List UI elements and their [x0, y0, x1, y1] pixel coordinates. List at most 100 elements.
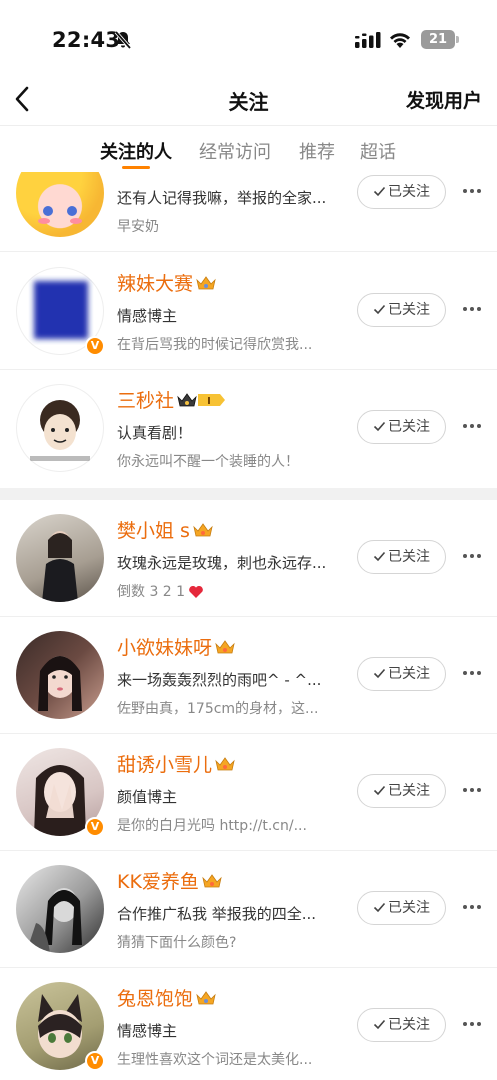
user-name-line: 兔恩饱饱 — [117, 984, 217, 1010]
crown-icon — [202, 873, 222, 887]
more-icon[interactable] — [462, 187, 482, 195]
wifi-icon — [390, 33, 410, 48]
check-icon — [373, 421, 386, 431]
user-name[interactable]: KK爱养鱼 — [117, 871, 199, 893]
avatar[interactable] — [16, 514, 104, 602]
user-name[interactable]: 小欲妹妹呀 — [117, 637, 212, 659]
nav-bar: 关注 发现用户 — [0, 80, 497, 126]
followed-button[interactable]: 已关注 — [357, 540, 446, 574]
tab-indicator — [122, 166, 150, 169]
list-item[interactable]: V 甜诱小雪儿 颜值博主 是你的白月光吗 http://t.cn/... 已关注 — [0, 734, 497, 851]
user-name[interactable]: 樊小姐 s — [117, 520, 190, 542]
verified-badge: V — [85, 336, 105, 356]
discover-users-link[interactable]: 发现用户 — [406, 86, 482, 113]
user-name[interactable]: 三秒社 — [117, 390, 174, 412]
user-latest-post: 你永远叫不醒一个装睡的人！ — [117, 454, 299, 470]
user-name-line: KK爱养鱼 — [117, 867, 223, 893]
followed-button[interactable]: 已关注 — [357, 774, 446, 808]
followed-button[interactable]: 已关注 — [357, 1008, 446, 1042]
avatar-art — [42, 531, 78, 602]
followed-label: 已关注 — [388, 900, 430, 916]
list-item[interactable]: KK爱养鱼 合作推广私我 举报我的四全... 猜猜下面什么颜色? 已关注 — [0, 851, 497, 968]
followed-button[interactable]: 已关注 — [357, 175, 446, 209]
user-latest-post-text: 倒数 3 2 1 — [117, 584, 186, 600]
user-name[interactable]: 辣妹大赛 — [117, 273, 193, 295]
following-list: 还有人记得我嘛，举报的全家... 早安奶 已关注 V 辣妹大赛 情感博主 在背后… — [0, 172, 497, 1080]
crown-icon — [196, 275, 216, 289]
level-badge: I — [198, 393, 226, 407]
more-icon[interactable] — [462, 552, 482, 560]
avatar[interactable] — [16, 865, 104, 953]
level-badge-text: I — [207, 396, 211, 407]
crown-icon — [215, 756, 235, 770]
user-description: 情感博主 — [117, 1022, 178, 1040]
user-name-line: 樊小姐 s — [117, 516, 214, 542]
list-item[interactable]: 小欲妹妹呀 来一场轰轰烈烈的雨吧^ - ^... 佐野由真，175cm的身材，这… — [0, 617, 497, 734]
user-latest-post: 猜猜下面什么颜色? — [117, 935, 237, 951]
user-description: 情感博主 — [117, 307, 178, 325]
followed-label: 已关注 — [388, 549, 430, 565]
list-item[interactable]: 樊小姐 s 玫瑰永远是玫瑰，刺也永远存... 倒数 3 2 1 已关注 — [0, 500, 497, 617]
followed-label: 已关注 — [388, 419, 430, 435]
status-time: 22:43 — [52, 28, 121, 52]
followed-button[interactable]: 已关注 — [357, 410, 446, 444]
more-icon[interactable] — [462, 903, 482, 911]
list-item[interactable]: V 兔恩饱饱 情感博主 生理性喜欢这个词还是太美化... 已关注 — [0, 968, 497, 1080]
tab-super-topic[interactable]: 超话 — [360, 138, 396, 164]
check-icon — [373, 1019, 386, 1029]
avatar-art — [26, 888, 82, 953]
check-icon — [373, 902, 386, 912]
chevron-left-icon[interactable] — [12, 84, 34, 114]
followed-label: 已关注 — [388, 666, 430, 682]
user-description: 认真看剧！ — [117, 424, 193, 442]
avatar[interactable] — [16, 172, 104, 237]
status-bar: 22:43 21 — [0, 0, 497, 80]
user-latest-post: 是你的白月光吗 http://t.cn/... — [117, 818, 307, 834]
followed-button[interactable]: 已关注 — [357, 891, 446, 925]
tab-bar: 关注的人 经常访问 推荐 超话 — [0, 126, 497, 172]
bell-slash-icon — [114, 30, 132, 50]
user-name-line: 三秒社 I — [117, 386, 226, 412]
followed-label: 已关注 — [388, 1017, 430, 1033]
heart-icon — [189, 585, 203, 598]
battery-icon: 21 — [421, 30, 459, 49]
list-item[interactable]: 三秒社 I 认真看剧！ 你永远叫不醒一个装睡的人！ 已关注 — [0, 370, 497, 487]
signal-icon — [355, 32, 381, 48]
section-divider — [0, 488, 497, 500]
check-icon — [373, 186, 386, 196]
user-name-line: 小欲妹妹呀 — [117, 633, 236, 659]
tab-frequent[interactable]: 经常访问 — [199, 138, 271, 164]
user-latest-post: 在背后骂我的时候记得欣赏我... — [117, 337, 313, 353]
avatar[interactable] — [16, 384, 104, 472]
more-icon[interactable] — [462, 422, 482, 430]
crown-icon — [215, 639, 235, 653]
more-icon[interactable] — [462, 669, 482, 677]
user-name-line: 辣妹大赛 — [117, 269, 217, 295]
followed-label: 已关注 — [388, 184, 430, 200]
user-description: 合作推广私我 举报我的四全... — [117, 905, 317, 923]
check-icon — [373, 668, 386, 678]
user-latest-post: 佐野由真，175cm的身材，这... — [117, 701, 319, 717]
avatar[interactable] — [16, 631, 104, 719]
followed-label: 已关注 — [388, 302, 430, 318]
user-latest-post: 生理性喜欢这个词还是太美化... — [117, 1052, 313, 1068]
followed-button[interactable]: 已关注 — [357, 657, 446, 691]
check-icon — [373, 304, 386, 314]
user-description: 玫瑰永远是玫瑰，刺也永远存... — [117, 554, 327, 572]
battery-level: 21 — [428, 32, 448, 47]
more-icon[interactable] — [462, 1020, 482, 1028]
list-item[interactable]: 还有人记得我嘛，举报的全家... 早安奶 已关注 — [0, 172, 497, 252]
battery-cap — [456, 36, 459, 43]
tab-recommended[interactable]: 推荐 — [299, 138, 335, 164]
user-latest-post: 倒数 3 2 1 — [117, 581, 204, 601]
user-latest-post: 早安奶 — [117, 219, 159, 235]
tab-following[interactable]: 关注的人 — [100, 138, 172, 164]
list-item[interactable]: V 辣妹大赛 情感博主 在背后骂我的时候记得欣赏我... 已关注 — [0, 253, 497, 370]
more-icon[interactable] — [462, 305, 482, 313]
followed-label: 已关注 — [388, 783, 430, 799]
check-icon — [373, 785, 386, 795]
followed-button[interactable]: 已关注 — [357, 293, 446, 327]
user-name[interactable]: 兔恩饱饱 — [117, 988, 193, 1010]
more-icon[interactable] — [462, 786, 482, 794]
user-name[interactable]: 甜诱小雪儿 — [117, 754, 212, 776]
